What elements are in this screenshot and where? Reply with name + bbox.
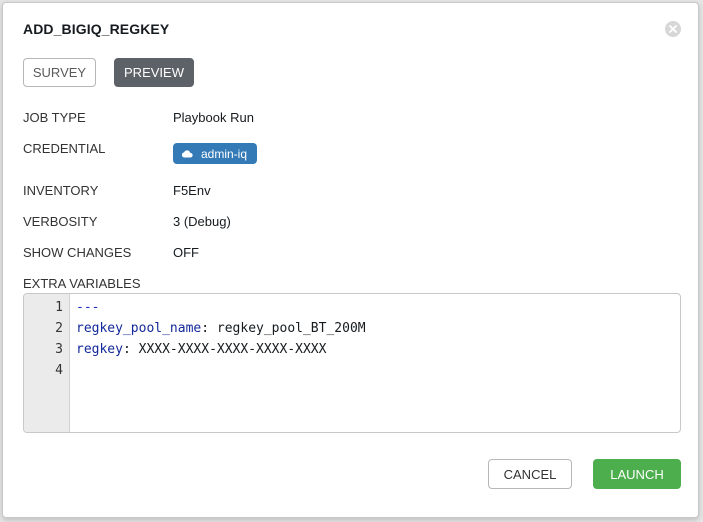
yaml-key: regkey	[76, 342, 123, 357]
yaml-separator: :	[201, 321, 217, 336]
show-changes-value: OFF	[173, 245, 199, 260]
inventory-value: F5Env	[173, 183, 211, 198]
yaml-value: regkey_pool_BT_200M	[216, 321, 366, 336]
credential-tag: admin-iq	[173, 143, 258, 164]
verbosity-label: VERBOSITY	[23, 214, 98, 229]
extra-variables-editor[interactable]: 1 2 3 4 --- regkey_pool_name: regkey_poo…	[23, 293, 681, 433]
line-number-gutter: 1 2 3 4	[24, 294, 70, 432]
launch-button[interactable]: LAUNCH	[593, 459, 681, 489]
close-icon	[669, 25, 677, 33]
code-line: regkey: XXXX-XXXX-XXXX-XXXX-XXXX	[76, 339, 326, 360]
line-number: 2	[55, 321, 63, 336]
inventory-label: INVENTORY	[23, 183, 99, 198]
tab-preview[interactable]: PREVIEW	[114, 58, 194, 87]
cloud-icon	[181, 150, 193, 158]
credential-value: admin-iq	[201, 146, 248, 161]
yaml-separator: :	[122, 342, 139, 357]
yaml-key: regkey_pool_name	[76, 321, 202, 336]
tab-survey[interactable]: SURVEY	[23, 58, 96, 87]
job-type-label: JOB TYPE	[23, 110, 86, 125]
cancel-button[interactable]: CANCEL	[488, 459, 572, 489]
yaml-value: XXXX-XXXX-XXXX-XXXX-XXXX	[138, 342, 327, 357]
launch-modal: ADD_BIGIQ_REGKEY SURVEY PREVIEW JOB TYPE…	[2, 2, 699, 518]
yaml-document-marker: ---	[76, 300, 100, 315]
job-type-value: Playbook Run	[173, 110, 254, 125]
line-number: 1	[55, 300, 63, 315]
close-button[interactable]	[665, 21, 681, 37]
code-line: ---	[76, 297, 99, 318]
line-number: 4	[55, 363, 63, 378]
modal-title: ADD_BIGIQ_REGKEY	[23, 21, 170, 37]
show-changes-label: SHOW CHANGES	[23, 245, 132, 260]
credential-label: CREDENTIAL	[23, 141, 106, 156]
extra-variables-label: EXTRA VARIABLES	[23, 276, 141, 291]
line-number: 3	[55, 342, 63, 357]
code-line: regkey_pool_name: regkey_pool_BT_200M	[76, 318, 366, 339]
verbosity-value: 3 (Debug)	[173, 214, 231, 229]
